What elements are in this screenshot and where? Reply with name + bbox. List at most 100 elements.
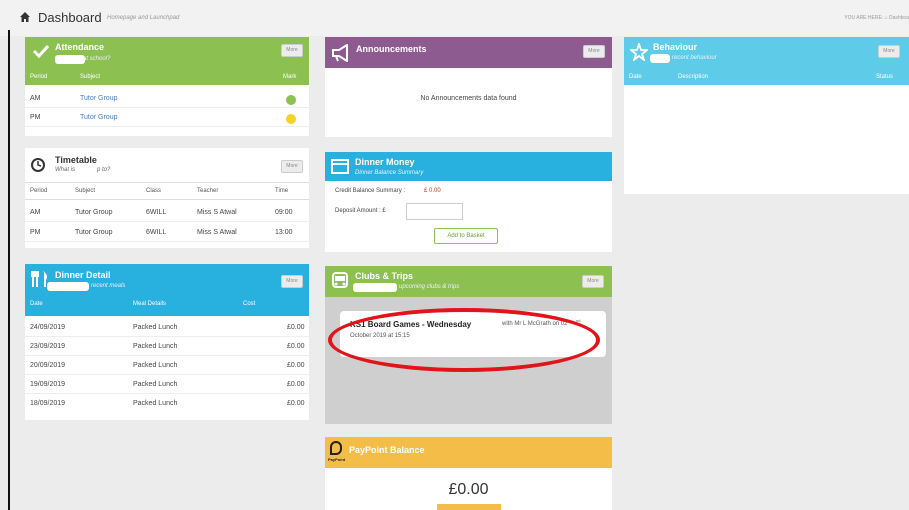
announcements-panel: Announcements More No Announcements data… [325,37,612,137]
teacher-cell: Miss S Atwal [197,209,237,216]
table-row: AM Tutor Group 6WILL Miss S Atwal 09:00 [25,204,309,222]
redacted-name [353,283,397,292]
attendance-title: Attendance [55,42,105,52]
timetable-columns: Period Subject Class Teacher Time [25,182,309,200]
date-cell: 20/09/2019 [30,362,66,369]
page-subtitle: Homepage and Launchpad [107,15,180,21]
behaviour-subtitle: recent behaviour [672,55,717,61]
dinner-money-header: Dinner Money Dinner Balance Summary [325,152,612,181]
subject-link[interactable]: Tutor Group [80,114,117,121]
timetable-more-button[interactable]: More [281,160,303,173]
behaviour-more-button[interactable]: More [878,45,900,58]
meal-cell: Packed Lunch [133,324,178,331]
col-status: Status [876,74,894,80]
attendance-more-button[interactable]: More [281,44,303,57]
attendance-subtitle: at school? [83,56,111,62]
time-cell: 09:00 [275,209,293,216]
attendance-columns: Period Subject Mark [25,70,309,84]
time-cell: 13:00 [275,229,293,236]
table-row: AM Tutor Group [25,90,309,108]
deposit-amount-input[interactable] [406,203,463,220]
announcements-empty-message: No Announcements data found [420,95,517,102]
annotation-ellipse [328,308,600,372]
announcements-title: Announcements [356,44,427,54]
behaviour-columns: Date Description Status [624,70,909,84]
cost-cell: £0.00 [287,362,305,369]
attendance-panel: Attendance at school? More Period Subjec… [25,37,309,136]
dinner-detail-more-button[interactable]: More [281,275,303,288]
date-cell: 24/09/2019 [30,324,66,331]
date-cell: 18/09/2019 [30,400,66,407]
meal-cell: Packed Lunch [133,362,178,369]
col-description: Description [678,74,709,80]
deposit-amount-label: Deposit Amount : £ [335,208,386,214]
table-row: PM Tutor Group 6WILL Miss S Atwal 13:00 [25,224,309,242]
announcements-more-button[interactable]: More [583,45,605,58]
meal-cell: Packed Lunch [133,400,178,407]
col-period: Period [30,74,48,80]
redacted-name [55,55,85,64]
cost-cell: £0.00 [287,400,305,407]
dinner-money-subtitle: Dinner Balance Summary [355,170,424,176]
clubs-trips-panel: Clubs & Trips upcoming clubs & trips Mor… [325,266,612,424]
redacted-name [47,282,89,291]
timetable-panel: Timetable What is p to? More Period Subj… [25,148,309,248]
clubs-trips-header: Clubs & Trips upcoming clubs & trips Mor… [325,266,612,297]
dinner-detail-subtitle: recent meals [91,283,126,289]
col-date: Date [30,301,43,307]
subject-cell: Tutor Group [75,229,113,236]
page-title: Dashboard [38,10,102,25]
col-teacher: Teacher [197,188,219,194]
subject-cell: Tutor Group [75,209,113,216]
wallet-icon [331,159,349,174]
period-cell: PM [30,229,41,236]
megaphone-icon [332,44,348,62]
bus-icon [332,272,348,288]
dinner-detail-columns: Date Meal Details Cost [25,297,309,311]
table-row: 24/09/2019 Packed Lunch £0.00 [25,319,309,337]
class-cell: 6WILL [146,209,167,216]
col-meal: Meal Details [133,301,167,307]
star-icon [630,43,648,61]
col-subject: Subject [80,74,101,80]
paypoint-header: PayPoint PayPoint Balance [325,437,612,468]
check-icon [33,44,49,58]
behaviour-header: Behaviour recent behaviour More Date Des… [624,37,909,85]
clock-icon [31,158,45,172]
timetable-title: Timetable [55,155,97,165]
cost-cell: £0.00 [287,324,305,331]
page-header: Dashboard Homepage and Launchpad YOU ARE… [0,0,909,36]
add-to-basket-button[interactable]: Add to Basket [434,228,498,244]
behaviour-panel: Behaviour recent behaviour More Date Des… [624,37,909,194]
meal-cell: Packed Lunch [133,343,178,350]
cost-cell: £0.00 [287,343,305,350]
date-cell: 19/09/2019 [30,381,66,388]
dinner-money-panel: Dinner Money Dinner Balance Summary Cred… [325,152,612,252]
home-icon[interactable] [20,12,30,22]
dinner-money-title: Dinner Money [355,157,415,167]
class-cell: 6WILL [146,229,167,236]
window-edge [8,30,10,510]
table-row: 19/09/2019 Packed Lunch £0.00 [25,376,309,394]
table-row: 23/09/2019 Packed Lunch £0.00 [25,338,309,356]
clubs-trips-more-button[interactable]: More [582,275,604,288]
table-row: 20/09/2019 Packed Lunch £0.00 [25,357,309,375]
period-cell: AM [30,95,41,102]
dinner-detail-title: Dinner Detail [55,270,111,280]
dinner-detail-panel: Dinner Detail recent meals More Date Mea… [25,264,309,420]
subject-link[interactable]: Tutor Group [80,95,117,102]
attendance-header: Attendance at school? More Period Subjec… [25,37,309,85]
teacher-cell: Miss S Atwal [197,229,237,236]
paypoint-action-button[interactable] [437,504,501,510]
meal-cell: Packed Lunch [133,381,178,388]
period-cell: PM [30,114,41,121]
period-cell: AM [30,209,41,216]
date-cell: 23/09/2019 [30,343,66,350]
announcements-header: Announcements More [325,37,612,68]
paypoint-logo-text: PayPoint [328,457,346,462]
credit-balance-label: Credit Balance Summary : [335,188,406,194]
timetable-subtitle-start: What is [55,167,76,173]
redacted-name [650,54,670,63]
clubs-trips-title: Clubs & Trips [355,271,414,281]
credit-balance-value: £ 0.00 [424,188,441,194]
